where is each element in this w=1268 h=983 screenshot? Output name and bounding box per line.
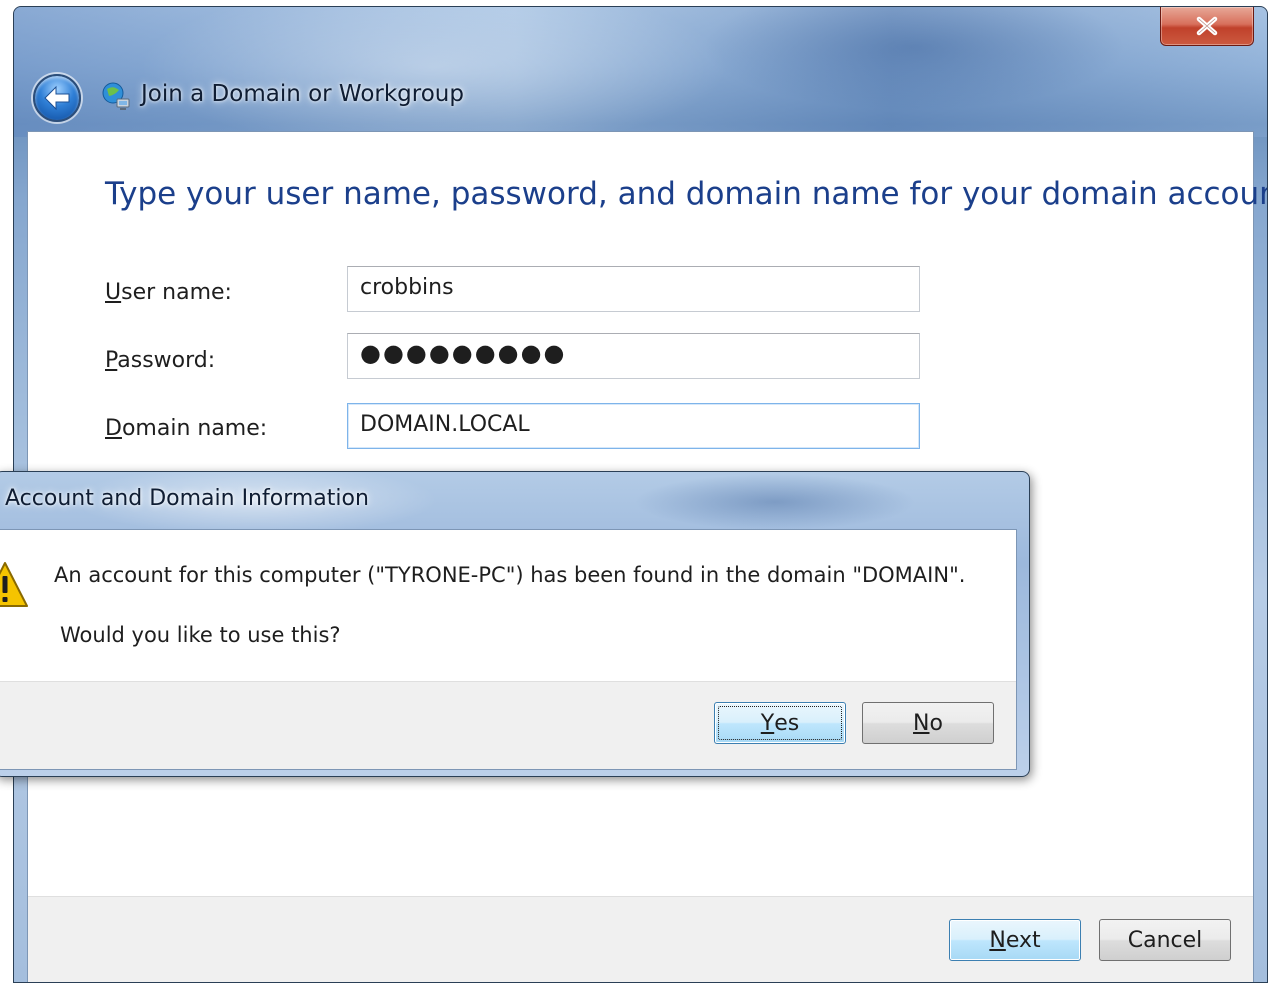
page-heading: Type your user name, password, and domai… [105,176,1268,212]
dialog-message: An account for this computer ("TYRONE-PC… [54,563,966,587]
yes-button[interactable]: Yes [714,702,846,744]
password-field[interactable]: ●●●●●●●●● [347,333,920,379]
dialog-footer: Yes No [0,681,1016,769]
username-field[interactable]: crobbins [347,266,920,312]
next-button[interactable]: Next [949,919,1081,961]
username-label: User name: [105,280,232,305]
close-icon [1196,16,1218,36]
window-title: Join a Domain or Workgroup [141,81,464,107]
dialog-title: Account and Domain Information [5,486,369,511]
cancel-button[interactable]: Cancel [1099,919,1231,961]
domain-label: Domain name: [105,416,268,441]
focus-ring [718,706,842,740]
dialog-content: An account for this computer ("TYRONE-PC… [0,529,1017,770]
warning-icon [0,562,28,607]
back-arrow-icon [44,85,70,111]
close-button[interactable] [1160,7,1254,46]
title-bar-glass [14,7,1267,137]
no-button[interactable]: No [862,702,994,744]
account-domain-dialog: Account and Domain Information An accoun… [0,471,1030,777]
password-label: Password: [105,348,216,373]
wizard-footer: Next Cancel [28,896,1253,982]
dialog-question: Would you like to use this? [60,623,341,647]
back-button[interactable] [33,74,81,122]
network-computer-icon [102,82,130,110]
domain-name-field[interactable]: DOMAIN.LOCAL [347,403,920,449]
